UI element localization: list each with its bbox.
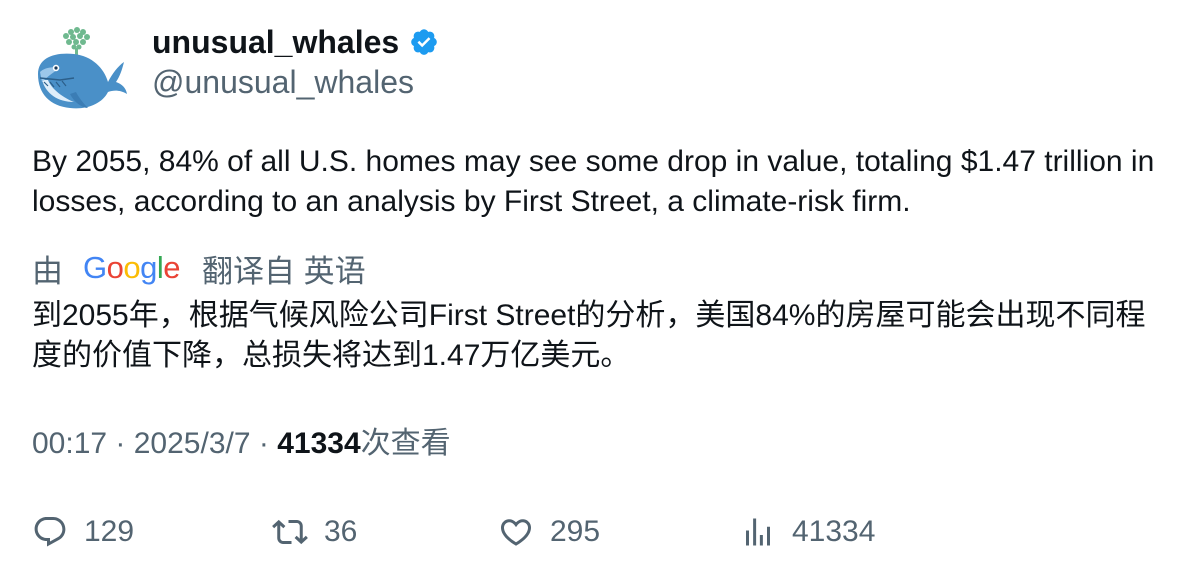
translation-suffix: 翻译自 英语 <box>202 253 366 289</box>
meta-separator: · <box>258 427 278 460</box>
avatar[interactable] <box>30 24 128 116</box>
reply-count: 129 <box>84 515 135 548</box>
views-count: 41334 <box>277 427 361 460</box>
author-name-row[interactable]: unusual_whales <box>152 22 439 62</box>
views-action-count: 41334 <box>792 515 876 548</box>
reply-button[interactable]: 129 <box>32 510 134 554</box>
meta-separator: · <box>115 427 134 460</box>
translated-text: 到2055年，根据气候风险公司First Street的分析，美国84%的房屋可… <box>32 299 1146 372</box>
like-count: 295 <box>550 515 601 548</box>
tweet-meta: 00:17 · 2025/3/7 · 41334次查看 <box>32 424 451 464</box>
tweet-text: By 2055, 84% of all U.S. homes may see s… <box>32 145 1155 218</box>
retweet-count: 36 <box>324 515 358 548</box>
author-handle[interactable]: @unusual_whales <box>152 62 414 102</box>
views-label: 次查看 <box>360 427 451 460</box>
google-logo: Google <box>83 250 181 285</box>
tweet-time[interactable]: 00:17 <box>32 427 107 460</box>
translation-prefix: 由 <box>32 253 63 289</box>
translation-attribution: 由 Google 翻译自 英语 <box>32 248 366 289</box>
views-button[interactable]: 41334 <box>740 510 875 554</box>
author-display-name[interactable]: unusual_whales <box>152 22 399 62</box>
retweet-icon <box>272 519 308 545</box>
like-button[interactable]: 295 <box>498 510 600 554</box>
tweet-date[interactable]: 2025/3/7 <box>134 427 251 460</box>
verified-badge-icon <box>411 29 437 55</box>
heart-icon <box>500 519 532 546</box>
reply-icon <box>34 517 66 547</box>
whale-icon <box>38 27 127 109</box>
views-chart-icon <box>746 518 770 546</box>
retweet-button[interactable]: 36 <box>272 510 357 554</box>
